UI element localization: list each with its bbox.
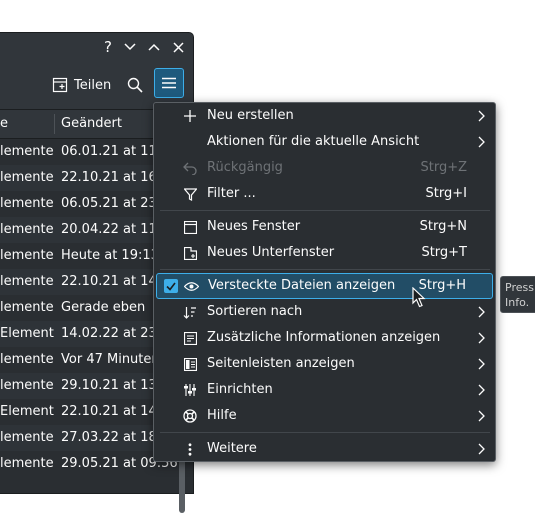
column-divider[interactable] [54,114,55,134]
file-name: Element [0,404,54,419]
chevron-right-icon [478,410,485,422]
tooltip: Press Info. [500,276,535,313]
eye-icon [183,278,199,294]
close-button[interactable] [167,37,189,57]
file-modified: Gerade eben [61,300,146,315]
menu-item-view-actions[interactable]: Aktionen für die aktuelle Ansicht [155,129,494,155]
chevron-right-icon [478,443,485,455]
file-name: lemente [0,170,54,185]
menu-item-new-window[interactable]: Neues Fenster Strg+N [155,214,494,240]
file-name: lemente [0,378,54,393]
file-name: lemente [0,196,54,211]
chevron-down-icon [124,43,136,51]
help-button[interactable]: ? [97,37,119,57]
new-tab-icon [182,245,198,261]
menu-item-sort-by[interactable]: Sortieren nach [155,299,494,325]
file-name: lemente [0,274,54,289]
scrollbar-thumb[interactable] [179,453,185,513]
chevron-right-icon [478,332,485,344]
share-button[interactable]: Teilen [48,71,115,99]
menu-item-show-panels[interactable]: Seitenleisten anzeigen [155,351,494,377]
hamburger-menu-button[interactable] [154,68,184,98]
file-modified: Heute at 19:13 [61,248,159,263]
more-icon [182,441,198,457]
menu-item-shortcut: Strg+N [419,219,467,234]
chevron-right-icon [478,358,485,370]
help-glyph: ? [104,38,112,56]
new-window-icon [182,219,198,235]
file-name: lemente [0,300,54,315]
file-name: lemente [0,352,54,367]
chevron-right-icon [478,384,485,396]
menu-item-label: Aktionen für die aktuelle Ansicht [207,134,420,149]
file-name: lemente [0,144,54,159]
menu-item-filter[interactable]: Filter ... Strg+I [155,181,494,207]
configure-icon [182,382,198,398]
menu-item-label: Neues Fenster [207,219,301,234]
menu-item-undo[interactable]: Rückgängig Strg+Z [155,155,494,181]
menu-item-label: Neues Unterfenster [207,245,335,260]
menu-separator [160,210,490,211]
hamburger-popup-menu: Neu erstellen Aktionen für die aktuelle … [153,102,496,462]
chevron-right-icon [478,110,485,122]
hamburger-icon [162,77,176,89]
column-header-name[interactable]: e [0,110,8,138]
menu-item-label: Sortieren nach [207,304,303,319]
column-header-modified[interactable]: Geändert [61,110,122,138]
sort-icon [182,304,198,320]
file-modified: Vor 47 Minuten [61,352,160,367]
filter-icon [182,186,198,202]
menu-item-help[interactable]: Hilfe [155,403,494,429]
menu-item-configure[interactable]: Einrichten [155,377,494,403]
maximize-button[interactable] [143,37,165,57]
menu-item-label: Einrichten [207,382,273,397]
menu-item-shortcut: Strg+I [425,186,467,201]
title-bar: ? [0,33,193,61]
menu-item-label: Rückgängig [207,160,283,175]
mouse-cursor-icon [412,287,426,308]
menu-item-label: Filter ... [207,186,256,201]
menu-item-label: Hilfe [207,408,237,423]
plus-icon [182,108,198,124]
tooltip-line-2: Info. [505,296,530,309]
menu-item-shortcut: Strg+T [421,245,467,260]
undo-icon [182,160,198,176]
file-name: lemente [0,248,54,263]
file-name: lemente [0,430,54,445]
tooltip-line-1: Press [505,281,534,294]
close-icon [172,41,184,53]
menu-item-label: Weitere [207,441,257,456]
chevron-up-icon [148,43,160,51]
menu-separator [160,432,490,433]
menu-item-label: Versteckte Dateien anzeigen [208,278,396,293]
info-icon [182,330,198,346]
file-name: lemente [0,222,54,237]
menu-item-additional-info[interactable]: Zusätzliche Informationen anzeigen [155,325,494,351]
minimize-button[interactable] [119,37,141,57]
menu-separator [160,269,490,270]
menu-item-label: Seitenleisten anzeigen [207,356,355,371]
chevron-right-icon [478,306,485,318]
share-label: Teilen [74,77,112,93]
menu-item-label: Neu erstellen [207,108,294,123]
search-icon [127,77,143,93]
menu-item-shortcut: Strg+Z [420,160,467,175]
menu-item-show-hidden-files[interactable]: Versteckte Dateien anzeigen Strg+H [156,273,493,299]
menu-item-new[interactable]: Neu erstellen [155,103,494,129]
menu-item-new-tab[interactable]: Neues Unterfenster Strg+T [155,240,494,266]
help-icon [182,408,198,424]
menu-item-more[interactable]: Weitere [155,436,494,462]
search-button[interactable] [121,71,149,99]
file-name: lemente [0,456,54,471]
checkbox-checked-icon[interactable] [164,279,178,293]
sidebar-icon [182,356,198,372]
menu-item-label: Zusätzliche Informationen anzeigen [207,330,441,345]
file-name: Element [0,326,54,341]
share-icon [52,77,68,93]
chevron-right-icon [478,136,485,148]
